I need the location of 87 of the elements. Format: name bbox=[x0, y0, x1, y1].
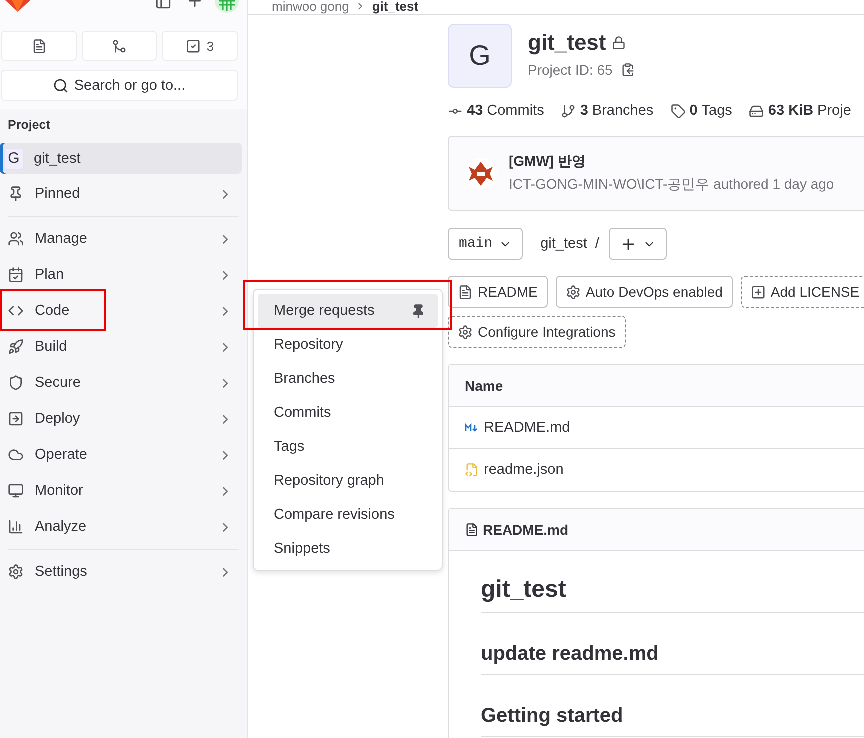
file-link[interactable]: readme.json bbox=[484, 462, 564, 478]
nav-item[interactable]: Secure bbox=[0, 365, 247, 401]
nav-item[interactable]: Settings bbox=[0, 554, 247, 590]
column-header: Name bbox=[449, 365, 864, 407]
commit-title[interactable]: [GMW] 반영 bbox=[509, 153, 834, 171]
project-name: git_test bbox=[34, 150, 81, 166]
project-title: git_test bbox=[528, 30, 606, 56]
stat-link[interactable]: 0 Tags bbox=[670, 103, 732, 119]
path-separator: / bbox=[595, 236, 600, 252]
settings-icon bbox=[8, 564, 24, 580]
build-icon bbox=[8, 339, 24, 355]
nav-label: Monitor bbox=[35, 483, 84, 499]
nav-item[interactable]: Code bbox=[0, 293, 247, 329]
markdown-icon bbox=[465, 422, 479, 432]
project-item[interactable]: G git_test bbox=[0, 143, 242, 174]
menu-item[interactable]: Snippets bbox=[258, 532, 438, 566]
nav-label: Code bbox=[35, 303, 71, 319]
search-button[interactable]: Search or go to... bbox=[1, 70, 238, 101]
nav-item[interactable]: Monitor bbox=[0, 473, 247, 509]
menu-item[interactable]: Branches bbox=[258, 362, 438, 396]
plus-square-icon bbox=[750, 284, 766, 300]
breadcrumb-link[interactable]: git_test bbox=[372, 0, 419, 14]
nav-label: Manage bbox=[35, 231, 88, 247]
menu-item[interactable]: Repository bbox=[258, 328, 438, 362]
readme-title: README.md bbox=[483, 522, 569, 538]
nav-item[interactable]: Build bbox=[0, 329, 247, 365]
menu-item[interactable]: Commits bbox=[258, 396, 438, 430]
plan-icon bbox=[8, 267, 24, 283]
nav-label: Operate bbox=[35, 447, 88, 463]
action-button[interactable]: Configure Integrations bbox=[448, 316, 626, 348]
readme-heading: git_test bbox=[481, 565, 864, 613]
gear-icon bbox=[566, 284, 581, 300]
breadcrumb-link[interactable]: minwoo gong bbox=[272, 0, 350, 14]
todo-button[interactable]: 3 bbox=[162, 31, 238, 61]
issues-button[interactable] bbox=[1, 31, 77, 61]
nav-item[interactable]: Analyze bbox=[0, 509, 247, 545]
section-title: Project bbox=[7, 118, 52, 134]
commit-byline: ICT-GONG-MIN-WO\ICT-공민우 authored 1 day ago bbox=[509, 176, 834, 194]
secure-icon bbox=[8, 375, 24, 391]
stat-link[interactable]: 43 Commits bbox=[448, 103, 544, 119]
nav-item[interactable]: Manage bbox=[0, 221, 247, 257]
pinned-icon bbox=[8, 186, 24, 202]
nav-label: Secure bbox=[35, 375, 82, 391]
menu-item[interactable]: Merge requests bbox=[258, 294, 438, 328]
nav-label: Analyze bbox=[35, 519, 88, 535]
path-link[interactable]: git_test bbox=[540, 236, 588, 252]
nav-item[interactable]: Operate bbox=[0, 437, 247, 473]
analyze-icon bbox=[8, 519, 24, 535]
branch-dropdown[interactable]: main bbox=[448, 228, 523, 260]
menu-item[interactable]: Repository graph bbox=[258, 464, 438, 498]
stat-link[interactable]: 63 KiB Proje bbox=[749, 103, 852, 119]
file-icon bbox=[465, 522, 479, 536]
project-id: Project ID: 65 bbox=[528, 62, 613, 78]
nav-item[interactable]: Plan bbox=[0, 257, 247, 293]
storage-icon bbox=[749, 104, 764, 118]
action-button[interactable]: Add LICENSE bbox=[740, 276, 864, 308]
readme-heading: Getting started bbox=[481, 681, 864, 737]
action-button[interactable]: Auto DevOps enabled bbox=[556, 276, 733, 308]
file-icon bbox=[458, 284, 473, 300]
menu-item[interactable]: Tags bbox=[258, 430, 438, 464]
readme-heading: update readme.md bbox=[481, 619, 864, 675]
nav-label: Build bbox=[35, 339, 68, 355]
manage-icon bbox=[8, 231, 24, 247]
operate-icon bbox=[8, 447, 24, 463]
project-avatar: G bbox=[4, 148, 24, 170]
deploy-icon bbox=[8, 411, 24, 427]
branches-icon bbox=[561, 104, 576, 118]
nav-label: Plan bbox=[35, 267, 66, 283]
merge-icon bbox=[112, 38, 127, 54]
stat-link[interactable]: 3 Branches bbox=[561, 103, 654, 119]
copy-icon[interactable] bbox=[620, 63, 635, 77]
action-button[interactable]: README bbox=[448, 276, 548, 308]
project-avatar: G bbox=[448, 24, 512, 88]
add-dropdown[interactable] bbox=[609, 228, 668, 260]
todo-icon bbox=[186, 38, 201, 54]
monitor-icon bbox=[8, 483, 24, 499]
nav-item[interactable]: Deploy bbox=[0, 401, 247, 437]
nav-label: Deploy bbox=[35, 411, 82, 427]
tags-icon bbox=[670, 104, 686, 118]
menu-item[interactable]: Compare revisions bbox=[258, 498, 438, 532]
nav-label: Pinned bbox=[35, 186, 82, 202]
nav-label: Settings bbox=[35, 564, 88, 580]
search-icon bbox=[53, 78, 70, 94]
nav-item[interactable]: Pinned bbox=[0, 176, 247, 212]
pin-icon[interactable] bbox=[411, 304, 426, 318]
file-link[interactable]: README.md bbox=[484, 420, 570, 436]
gear-icon bbox=[458, 324, 473, 340]
